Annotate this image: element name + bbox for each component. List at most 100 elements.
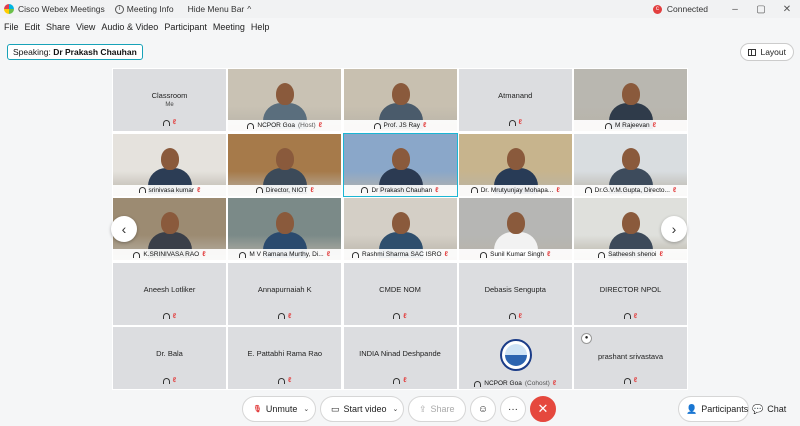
end-call-button[interactable]: ✕ — [530, 396, 556, 422]
participant-tile[interactable]: M Rajeevan ℓ — [573, 68, 688, 132]
chat-button[interactable]: 💬 Chat — [752, 396, 792, 422]
chevron-down-icon[interactable]: ⌄ — [303, 405, 309, 413]
participant-tile[interactable]: Sunil Kumar Singh ℓ — [457, 197, 573, 261]
previous-page-arrow-icon[interactable]: ‹ — [111, 216, 137, 242]
menu-meeting[interactable]: Meeting — [213, 22, 245, 32]
participant-name-bar: NCPOR Goa (Cohost) ℓ — [459, 378, 572, 389]
participant-name: Dr. Mrutyunjay Mohapa... — [480, 186, 554, 194]
participant-role: (Host) — [297, 122, 316, 129]
start-video-label: Start video — [343, 404, 387, 414]
menu-file[interactable]: File — [4, 22, 19, 32]
participant-name-bar: Dr.G.V.M.Gupta, Directo... ℓ — [574, 184, 687, 196]
unmute-button[interactable]: 🎙 Unmute ⌄ — [242, 396, 316, 422]
participant-tile[interactable]: E. Pattabhi Rama Rao ℓ — [227, 326, 343, 390]
menu-audio-video[interactable]: Audio & Video — [101, 22, 158, 32]
headset-icon — [138, 187, 146, 193]
participant-name: DIRECTOR NPOL — [599, 284, 662, 294]
more-options-button[interactable]: ··· — [500, 396, 526, 422]
participant-tile[interactable]: NCPOR Goa (Cohost) ℓ — [457, 326, 573, 390]
status-icons: ℓ — [113, 313, 226, 320]
app-title: Cisco Webex Meetings — [18, 4, 105, 14]
status-icons: ℓ — [344, 377, 457, 384]
participant-name-bar: Rashmi Sharma SAC ISRO ℓ — [343, 249, 457, 260]
microphone-muted-icon: ℓ — [318, 122, 323, 129]
headset-icon — [361, 187, 369, 193]
share-button[interactable]: ⇪ Share — [408, 396, 466, 422]
participant-name-bar: Director, NIOT ℓ — [228, 184, 342, 196]
headset-icon — [508, 119, 516, 126]
headset-icon — [278, 377, 286, 384]
headset-icon — [474, 380, 482, 387]
headset-icon — [162, 313, 170, 319]
close-icon[interactable]: ✕ — [774, 4, 800, 15]
headset-icon — [393, 313, 401, 319]
hide-menu-bar-button[interactable]: Hide Menu Bar ^ — [188, 4, 252, 14]
smiley-icon: ☺ — [477, 403, 489, 415]
microphone-muted-icon: ℓ — [310, 186, 314, 194]
start-video-button[interactable]: ▭ Start video ⌄ — [320, 396, 404, 422]
menu-edit[interactable]: Edit — [25, 22, 41, 32]
participant-tile[interactable]: Dr. Mrutyunjay Mohapa... ℓ — [457, 132, 573, 197]
microphone-muted-icon: ℓ — [518, 312, 522, 320]
menu-view[interactable]: View — [76, 22, 95, 32]
participant-tile[interactable]: Debasis Sengupta ℓ — [457, 261, 573, 326]
headset-icon — [239, 251, 247, 258]
reactions-button[interactable]: ☺ — [470, 396, 496, 422]
participants-button[interactable]: 👤 Participants — [678, 396, 749, 422]
meeting-info-button[interactable]: i Meeting Info — [114, 4, 174, 14]
participant-tile[interactable]: Classroom Me ℓ — [112, 68, 227, 132]
participant-name: Dr. Bala — [156, 349, 183, 358]
participant-tile[interactable]: Rashmi Sharma SAC ISRO ℓ — [342, 197, 458, 261]
chevron-down-icon[interactable]: ⌄ — [393, 405, 399, 413]
headset-icon — [278, 313, 286, 319]
participant-tile[interactable]: Atmanand ℓ — [457, 68, 573, 132]
microphone-muted-icon: ℓ — [552, 380, 557, 387]
participant-tile[interactable]: Aneesh Lotliker ℓ — [112, 261, 227, 326]
menu-share[interactable]: Share — [46, 22, 70, 32]
chat-label: Chat — [767, 404, 787, 414]
participant-tile[interactable]: NCPOR Goa (Host) ℓ — [227, 68, 343, 132]
meeting-info-label: Meeting Info — [126, 4, 174, 14]
microphone-muted-icon: ℓ — [672, 186, 677, 194]
participant-tile[interactable]: prashant srivastava ● ℓ — [573, 326, 688, 390]
participant-tile[interactable]: Dr. Bala ℓ — [112, 326, 227, 390]
participant-name: M V Ramana Murthy, Di... — [249, 251, 324, 258]
menu-participant[interactable]: Participant — [164, 22, 207, 32]
participant-tile[interactable]: Dr.G.V.M.Gupta, Directo... ℓ — [573, 132, 688, 197]
participant-name: Annapurnaiah K — [257, 284, 312, 294]
menu-bar: File Edit Share View Audio & Video Parti… — [0, 18, 800, 35]
participant-name: Sunil Kumar Singh — [490, 251, 544, 258]
participant-name-bar: Sunil Kumar Singh ℓ — [458, 249, 572, 260]
microphone-muted-icon: ℓ — [423, 122, 427, 129]
participant-name: NCPOR Goa — [484, 380, 522, 387]
participant-name: Prof. JS Ray — [383, 122, 421, 129]
participant-tile[interactable]: CMDE NOM ℓ — [342, 261, 458, 326]
participant-name-bar: Satheesh shenoi ℓ — [574, 249, 687, 260]
unmute-label: Unmute — [265, 404, 298, 414]
participant-name: INDIA Ninad Deshpande — [359, 349, 441, 358]
maximize-icon[interactable]: ▢ — [748, 4, 774, 15]
status-icons: ℓ — [344, 313, 457, 320]
participant-tile[interactable]: Dr Prakash Chauhan ℓ — [342, 132, 458, 197]
microphone-muted-icon: ℓ — [435, 186, 439, 194]
participant-tile[interactable]: INDIA Ninad Deshpande ℓ — [342, 326, 458, 390]
menu-help[interactable]: Help — [251, 22, 270, 32]
participant-tile[interactable]: DIRECTOR NPOL ℓ — [573, 261, 688, 326]
participant-tile[interactable]: Director, NIOT ℓ — [227, 132, 343, 197]
participant-tile[interactable]: Annapurnaiah K ℓ — [227, 261, 343, 326]
participant-tile[interactable]: M V Ramana Murthy, Di... ℓ — [227, 197, 343, 261]
participant-tile[interactable]: srinivasa kumar ℓ — [112, 132, 227, 197]
participant-role: (Cohost) — [524, 380, 550, 387]
minimize-icon[interactable]: – — [722, 4, 748, 15]
more-icon: ··· — [508, 403, 518, 415]
microphone-muted-icon: ℓ — [633, 377, 638, 384]
microphone-muted-icon: ℓ — [633, 312, 638, 320]
next-page-arrow-icon[interactable]: › — [661, 216, 687, 242]
headset-icon — [393, 377, 401, 384]
layout-button[interactable]: Layout — [740, 43, 794, 61]
headset-icon — [255, 187, 263, 193]
hide-menu-bar-label: Hide Menu Bar — [187, 4, 245, 14]
participant-tile[interactable]: Prof. JS Ray ℓ — [342, 68, 458, 132]
participant-name: M Rajeevan — [614, 122, 650, 129]
status-icons: ℓ — [228, 313, 341, 320]
